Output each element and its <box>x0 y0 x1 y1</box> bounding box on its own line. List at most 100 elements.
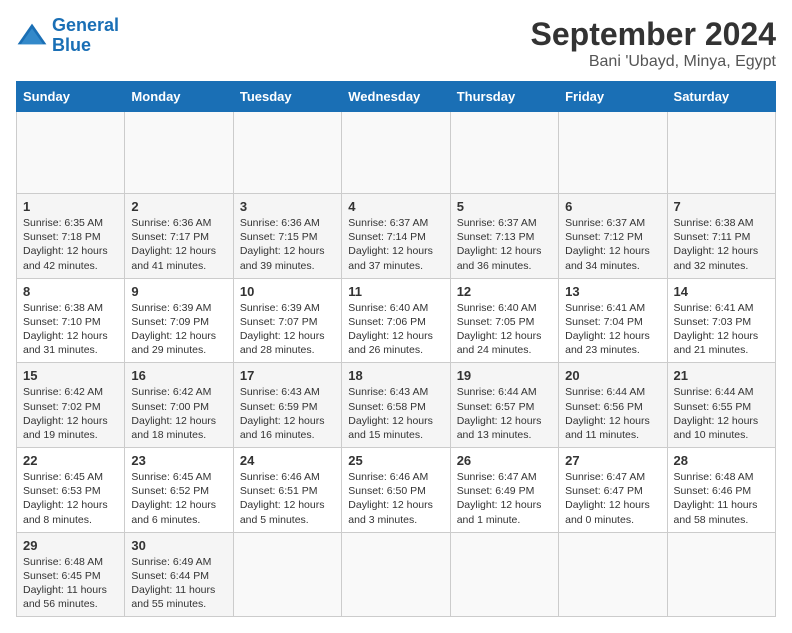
day-number: 20 <box>565 368 660 383</box>
day-header-tuesday: Tuesday <box>233 82 341 112</box>
day-number: 30 <box>131 538 226 553</box>
cell-line: Sunset: 6:52 PM <box>131 484 226 498</box>
cell-line: and 37 minutes. <box>348 259 443 273</box>
cell-line: Daylight: 12 hours <box>457 498 552 512</box>
calendar-cell <box>17 112 125 194</box>
cell-line: Daylight: 12 hours <box>240 329 335 343</box>
cell-line: Sunset: 7:14 PM <box>348 230 443 244</box>
day-header-friday: Friday <box>559 82 667 112</box>
cell-line: and 3 minutes. <box>348 513 443 527</box>
day-number: 9 <box>131 284 226 299</box>
day-number: 25 <box>348 453 443 468</box>
cell-line: Daylight: 12 hours <box>131 498 226 512</box>
cell-line: Sunset: 6:47 PM <box>565 484 660 498</box>
cell-line: and 56 minutes. <box>23 597 118 611</box>
calendar-cell: 27Sunrise: 6:47 AMSunset: 6:47 PMDayligh… <box>559 448 667 533</box>
calendar-cell: 29Sunrise: 6:48 AMSunset: 6:45 PMDayligh… <box>17 532 125 617</box>
cell-line: Sunrise: 6:46 AM <box>240 470 335 484</box>
cell-line: Daylight: 11 hours <box>131 583 226 597</box>
page-header: General Blue September 2024 Bani 'Ubayd,… <box>16 16 776 71</box>
cell-line: Sunset: 7:11 PM <box>674 230 769 244</box>
cell-line: and 31 minutes. <box>23 343 118 357</box>
cell-line: Daylight: 12 hours <box>23 244 118 258</box>
cell-line: Sunrise: 6:40 AM <box>348 301 443 315</box>
cell-line: Sunrise: 6:39 AM <box>131 301 226 315</box>
day-number: 16 <box>131 368 226 383</box>
day-header-thursday: Thursday <box>450 82 558 112</box>
cell-line: Sunset: 7:03 PM <box>674 315 769 329</box>
calendar-cell <box>233 112 341 194</box>
cell-line: Sunset: 6:57 PM <box>457 400 552 414</box>
location-title: Bani 'Ubayd, Minya, Egypt <box>531 53 776 71</box>
day-number: 1 <box>23 199 118 214</box>
calendar-cell <box>233 532 341 617</box>
calendar-cell: 5Sunrise: 6:37 AMSunset: 7:13 PMDaylight… <box>450 194 558 279</box>
calendar-cell: 19Sunrise: 6:44 AMSunset: 6:57 PMDayligh… <box>450 363 558 448</box>
calendar-cell: 10Sunrise: 6:39 AMSunset: 7:07 PMDayligh… <box>233 278 341 363</box>
calendar-cell: 17Sunrise: 6:43 AMSunset: 6:59 PMDayligh… <box>233 363 341 448</box>
cell-line: and 34 minutes. <box>565 259 660 273</box>
calendar-cell: 7Sunrise: 6:38 AMSunset: 7:11 PMDaylight… <box>667 194 775 279</box>
cell-line: Daylight: 12 hours <box>565 329 660 343</box>
cell-line: Daylight: 12 hours <box>240 414 335 428</box>
cell-line: Daylight: 12 hours <box>674 244 769 258</box>
calendar-cell: 14Sunrise: 6:41 AMSunset: 7:03 PMDayligh… <box>667 278 775 363</box>
month-title: September 2024 <box>531 16 776 53</box>
day-header-sunday: Sunday <box>17 82 125 112</box>
cell-line: Sunset: 7:05 PM <box>457 315 552 329</box>
cell-line: and 24 minutes. <box>457 343 552 357</box>
cell-line: Daylight: 12 hours <box>348 244 443 258</box>
logo-general: General <box>52 15 119 35</box>
cell-line: Sunset: 7:12 PM <box>565 230 660 244</box>
cell-line: Sunset: 7:15 PM <box>240 230 335 244</box>
calendar-cell: 8Sunrise: 6:38 AMSunset: 7:10 PMDaylight… <box>17 278 125 363</box>
cell-line: Sunrise: 6:40 AM <box>457 301 552 315</box>
cell-line: Sunrise: 6:45 AM <box>131 470 226 484</box>
day-number: 7 <box>674 199 769 214</box>
cell-line: Sunrise: 6:46 AM <box>348 470 443 484</box>
cell-line: Daylight: 11 hours <box>23 583 118 597</box>
cell-line: Daylight: 12 hours <box>23 414 118 428</box>
cell-line: and 6 minutes. <box>131 513 226 527</box>
cell-line: Sunset: 7:06 PM <box>348 315 443 329</box>
day-number: 11 <box>348 284 443 299</box>
cell-line: and 0 minutes. <box>565 513 660 527</box>
day-number: 28 <box>674 453 769 468</box>
cell-line: and 29 minutes. <box>131 343 226 357</box>
cell-line: Sunrise: 6:43 AM <box>348 385 443 399</box>
calendar-week-row: 1Sunrise: 6:35 AMSunset: 7:18 PMDaylight… <box>17 194 776 279</box>
logo-text: General Blue <box>52 16 119 56</box>
cell-line: Daylight: 12 hours <box>23 498 118 512</box>
cell-line: Sunset: 6:44 PM <box>131 569 226 583</box>
cell-line: Sunset: 7:18 PM <box>23 230 118 244</box>
cell-line: Sunset: 7:02 PM <box>23 400 118 414</box>
cell-line: and 26 minutes. <box>348 343 443 357</box>
cell-line: Daylight: 12 hours <box>240 498 335 512</box>
cell-line: Daylight: 12 hours <box>674 329 769 343</box>
cell-line: and 58 minutes. <box>674 513 769 527</box>
cell-line: Daylight: 12 hours <box>23 329 118 343</box>
calendar-table: SundayMondayTuesdayWednesdayThursdayFrid… <box>16 81 776 617</box>
calendar-cell <box>667 532 775 617</box>
day-number: 24 <box>240 453 335 468</box>
cell-line: Sunset: 6:59 PM <box>240 400 335 414</box>
cell-line: Sunrise: 6:36 AM <box>240 216 335 230</box>
cell-line: and 32 minutes. <box>674 259 769 273</box>
cell-line: Daylight: 12 hours <box>131 414 226 428</box>
calendar-cell: 28Sunrise: 6:48 AMSunset: 6:46 PMDayligh… <box>667 448 775 533</box>
calendar-cell: 18Sunrise: 6:43 AMSunset: 6:58 PMDayligh… <box>342 363 450 448</box>
calendar-cell: 25Sunrise: 6:46 AMSunset: 6:50 PMDayligh… <box>342 448 450 533</box>
cell-line: and 16 minutes. <box>240 428 335 442</box>
cell-line: Sunrise: 6:42 AM <box>23 385 118 399</box>
calendar-cell: 1Sunrise: 6:35 AMSunset: 7:18 PMDaylight… <box>17 194 125 279</box>
cell-line: and 1 minute. <box>457 513 552 527</box>
day-number: 27 <box>565 453 660 468</box>
cell-line: Sunrise: 6:42 AM <box>131 385 226 399</box>
day-number: 21 <box>674 368 769 383</box>
cell-line: Daylight: 12 hours <box>674 414 769 428</box>
cell-line: Daylight: 11 hours <box>674 498 769 512</box>
calendar-cell: 11Sunrise: 6:40 AMSunset: 7:06 PMDayligh… <box>342 278 450 363</box>
day-number: 5 <box>457 199 552 214</box>
cell-line: and 8 minutes. <box>23 513 118 527</box>
cell-line: and 42 minutes. <box>23 259 118 273</box>
